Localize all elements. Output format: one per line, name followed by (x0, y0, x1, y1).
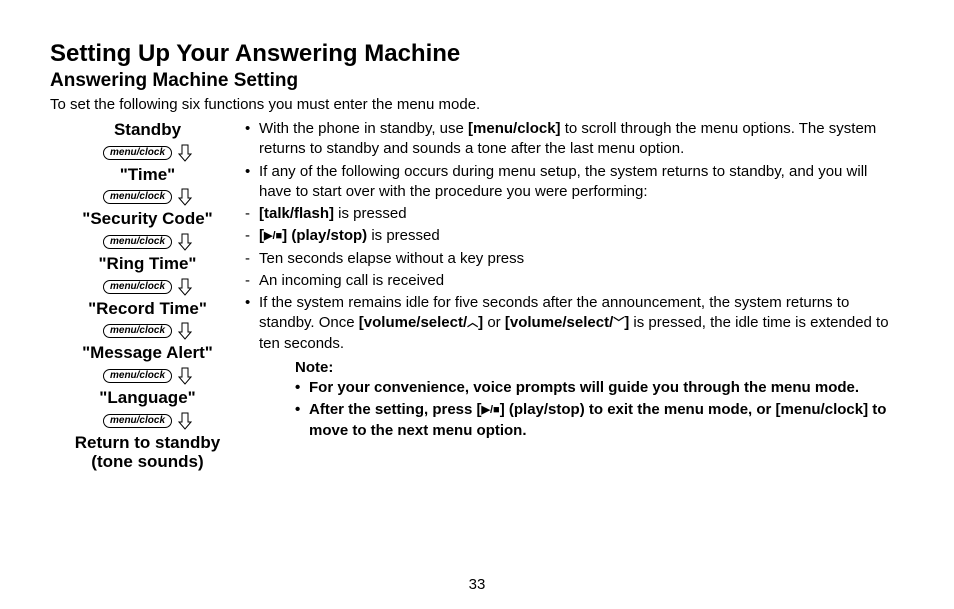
text: After the setting, press [ (309, 401, 482, 418)
menu-clock-button-icon: menu/clock (103, 280, 172, 294)
note-item: For your convenience, voice prompts will… (295, 378, 904, 398)
flow-step: "Message Alert" (50, 344, 245, 363)
flow-step: "Security Code" (50, 210, 245, 229)
down-arrow-icon (178, 322, 192, 340)
note-block: Note: For your convenience, voice prompt… (295, 358, 904, 441)
flow-arrow-row: menu/clock (50, 231, 245, 253)
dash-item: [talk/flash] is pressed (245, 204, 904, 224)
content-columns: Standby menu/clock "Time" menu/clock "Se… (50, 119, 904, 473)
flow-final-line2: (tone sounds) (91, 452, 203, 471)
down-arrow-icon (178, 233, 192, 251)
key-label: [volume/select/﹀] (505, 314, 629, 331)
text: or (483, 314, 505, 331)
bullet-item: If the system remains idle for five seco… (245, 293, 904, 354)
page-title: Setting Up Your Answering Machine (50, 40, 904, 68)
menu-clock-button-icon: menu/clock (103, 235, 172, 249)
flow-arrow-row: menu/clock (50, 186, 245, 208)
section-subtitle: Answering Machine Setting (50, 70, 904, 92)
dash-item: Ten seconds elapse without a key press (245, 249, 904, 269)
text: is pressed (334, 205, 407, 222)
up-chevron-icon: ︿ (467, 317, 478, 329)
flow-step: "Time" (50, 166, 245, 185)
bullet-item: With the phone in standby, use [menu/clo… (245, 119, 904, 160)
flow-arrow-row: menu/clock (50, 320, 245, 342)
dash-item: An incoming call is received (245, 271, 904, 291)
manual-page: Setting Up Your Answering Machine Answer… (0, 0, 954, 609)
down-arrow-icon (178, 367, 192, 385)
note-item: After the setting, press [▶/■] (play/sto… (295, 400, 904, 441)
play-stop-icon: ▶/■ (482, 404, 500, 416)
flow-step: "Record Time" (50, 300, 245, 319)
down-chevron-icon: ﹀ (613, 317, 624, 329)
key-label: [talk/flash] (259, 205, 334, 222)
intro-text: To set the following six functions you m… (50, 96, 904, 113)
text: With the phone in standby, use (259, 120, 468, 137)
note-title: Note: (295, 358, 904, 378)
flow-step: Standby (50, 121, 245, 140)
menu-clock-button-icon: menu/clock (103, 324, 172, 338)
flow-final-line1: Return to standby (75, 433, 220, 452)
page-number: 33 (0, 576, 954, 593)
flow-final: Return to standby (tone sounds) (50, 434, 245, 471)
menu-flow-diagram: Standby menu/clock "Time" menu/clock "Se… (50, 119, 245, 473)
flow-step: "Language" (50, 389, 245, 408)
flow-arrow-row: menu/clock (50, 276, 245, 298)
down-arrow-icon (178, 412, 192, 430)
menu-clock-button-icon: menu/clock (103, 369, 172, 383)
bullet-item: If any of the following occurs during me… (245, 162, 904, 203)
flow-arrow-row: menu/clock (50, 410, 245, 432)
menu-clock-button-icon: menu/clock (103, 414, 172, 428)
instruction-text: With the phone in standby, use [menu/clo… (245, 119, 904, 443)
key-label: [▶/■] (play/stop) (259, 227, 367, 244)
menu-clock-button-icon: menu/clock (103, 190, 172, 204)
down-arrow-icon (178, 188, 192, 206)
play-stop-icon: ▶/■ (264, 230, 282, 242)
menu-clock-button-icon: menu/clock (103, 146, 172, 160)
flow-arrow-row: menu/clock (50, 365, 245, 387)
down-arrow-icon (178, 278, 192, 296)
dash-item: [▶/■] (play/stop) is pressed (245, 226, 904, 246)
flow-arrow-row: menu/clock (50, 142, 245, 164)
text: is pressed (367, 227, 440, 244)
flow-step: "Ring Time" (50, 255, 245, 274)
key-label: [volume/select/︿] (359, 314, 483, 331)
key-label: [menu/clock] (468, 120, 561, 137)
down-arrow-icon (178, 144, 192, 162)
